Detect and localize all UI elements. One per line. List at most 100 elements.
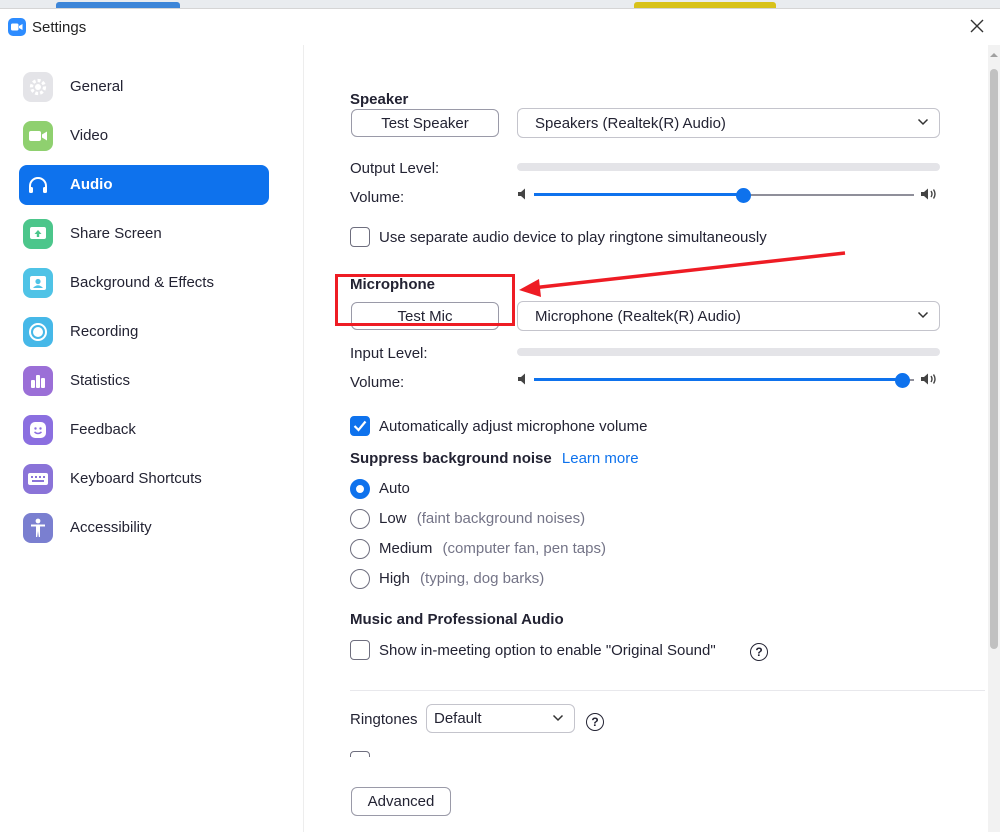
speaker-volume-slider[interactable] [517, 185, 940, 205]
noise-option-auto: Auto [379, 480, 410, 497]
person-portrait-icon [23, 268, 53, 298]
sidebar-item-label: Recording [70, 323, 139, 340]
separate-ringtone-checkbox[interactable] [350, 227, 370, 247]
noise-option-label: High [379, 570, 410, 587]
sidebar-item-label: General [70, 78, 124, 95]
noise-option-hint: (faint background noises) [416, 510, 586, 527]
sidebar-item-share-screen[interactable]: Share Screen [19, 214, 269, 254]
ringtones-label: Ringtones [350, 711, 418, 728]
noise-option-hint: (typing, dog barks) [420, 570, 545, 587]
separate-ringtone-label: Use separate audio device to play ringto… [379, 229, 767, 246]
help-icon[interactable]: ? [750, 643, 768, 661]
gear-icon [23, 72, 53, 102]
sidebar-item-statistics[interactable]: Statistics [19, 361, 269, 401]
sidebar-item-label: Video [70, 127, 109, 144]
noise-option-low: Low (faint background noises) [379, 510, 585, 527]
title-bar: Settings [0, 9, 1000, 45]
annotation-highlight-box [335, 274, 515, 326]
close-button[interactable] [966, 15, 988, 37]
sidebar-item-keyboard-shortcuts[interactable]: Keyboard Shortcuts [19, 459, 269, 499]
close-icon [970, 19, 984, 33]
volume-high-icon [921, 188, 936, 200]
accessibility-icon [23, 513, 53, 543]
sidebar-item-feedback[interactable]: Feedback [19, 410, 269, 450]
microphone-device-value: Microphone (Realtek(R) Audio) [535, 308, 741, 325]
audio-settings-panel: Speaker Test Speaker Speakers (Realtek(R… [305, 45, 985, 832]
settings-window: Settings General Video Audio Share Scree… [0, 8, 1000, 832]
noise-option-label: Low [379, 510, 407, 527]
record-icon [23, 317, 53, 347]
speaker-device-select[interactable]: Speakers (Realtek(R) Audio) [517, 108, 940, 138]
input-level-label: Input Level: [350, 345, 428, 362]
sidebar-item-general[interactable]: General [19, 67, 269, 107]
clipped-checkbox [350, 751, 370, 757]
scrollbar-thumb[interactable] [990, 69, 998, 649]
microphone-device-select[interactable]: Microphone (Realtek(R) Audio) [517, 301, 940, 331]
noise-option-label: Medium [379, 540, 433, 557]
volume-low-icon [518, 373, 525, 385]
chevron-down-icon [917, 118, 929, 126]
video-camera-icon [23, 121, 53, 151]
sidebar-item-background-effects[interactable]: Background & Effects [19, 263, 269, 303]
keyboard-icon [23, 464, 53, 494]
smiley-icon [23, 415, 53, 445]
sidebar-item-label: Keyboard Shortcuts [70, 470, 202, 487]
volume-high-icon [921, 373, 936, 385]
ringtones-value: Default [434, 710, 482, 727]
advanced-button[interactable]: Advanced [351, 787, 451, 816]
sidebar-item-label: Audio [70, 176, 113, 193]
scrollbar[interactable] [988, 45, 1000, 832]
divider [350, 690, 985, 691]
slider-fill [534, 193, 743, 196]
checkmark-icon [353, 420, 367, 432]
noise-radio-auto[interactable] [350, 479, 370, 499]
output-level-label: Output Level: [350, 160, 440, 177]
chevron-down-icon [917, 311, 929, 319]
speaker-device-value: Speakers (Realtek(R) Audio) [535, 115, 726, 132]
volume-low-icon [518, 188, 525, 200]
share-screen-icon [23, 219, 53, 249]
slider-knob[interactable] [735, 188, 751, 203]
slider-knob[interactable] [895, 373, 911, 388]
scroll-up-icon[interactable] [990, 51, 998, 59]
headphones-icon [23, 170, 53, 200]
noise-option-high: High (typing, dog barks) [379, 570, 544, 587]
speaker-volume-label: Volume: [350, 189, 405, 206]
sidebar-item-audio[interactable]: Audio [19, 165, 269, 205]
original-sound-label: Show in-meeting option to enable "Origin… [379, 642, 716, 659]
bar-chart-icon [23, 366, 53, 396]
window-title: Settings [32, 19, 87, 36]
noise-radio-low[interactable] [350, 509, 370, 529]
help-icon[interactable]: ? [586, 713, 604, 731]
auto-adjust-volume-label: Automatically adjust microphone volume [379, 418, 648, 435]
sidebar-item-label: Statistics [70, 372, 131, 389]
input-level-meter [517, 348, 940, 356]
sidebar-item-video[interactable]: Video [19, 116, 269, 156]
original-sound-checkbox[interactable] [350, 640, 370, 660]
auto-adjust-volume-checkbox[interactable] [350, 416, 370, 436]
sidebar-item-label: Background & Effects [70, 274, 214, 291]
settings-sidebar: General Video Audio Share Screen Backgro… [0, 45, 304, 832]
sidebar-item-recording[interactable]: Recording [19, 312, 269, 352]
ringtones-select[interactable]: Default [426, 704, 575, 733]
microphone-volume-label: Volume: [350, 374, 405, 391]
noise-option-label: Auto [379, 480, 410, 497]
noise-radio-medium[interactable] [350, 539, 370, 559]
music-audio-title: Music and Professional Audio [350, 611, 564, 628]
sidebar-item-label: Feedback [70, 421, 136, 438]
test-speaker-button[interactable]: Test Speaker [351, 109, 499, 137]
output-level-meter [517, 163, 940, 171]
suppress-noise-title: Suppress background noise [350, 450, 552, 467]
microphone-volume-slider[interactable] [517, 370, 940, 390]
sidebar-item-label: Accessibility [70, 519, 152, 536]
noise-radio-high[interactable] [350, 569, 370, 589]
sidebar-item-accessibility[interactable]: Accessibility [19, 508, 269, 548]
zoom-app-icon [8, 18, 26, 36]
chevron-down-icon [552, 714, 564, 722]
slider-fill [534, 378, 903, 381]
noise-option-medium: Medium (computer fan, pen taps) [379, 540, 606, 557]
noise-title-row: Suppress background noise Learn more [350, 450, 639, 467]
noise-option-hint: (computer fan, pen taps) [442, 540, 606, 557]
learn-more-link[interactable]: Learn more [562, 450, 639, 467]
speaker-title: Speaker [350, 91, 409, 108]
